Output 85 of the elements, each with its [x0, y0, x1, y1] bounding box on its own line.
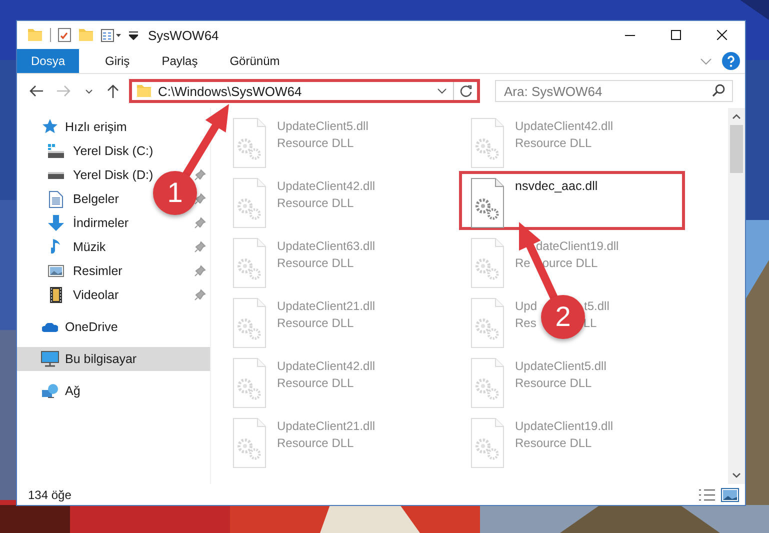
file-name: UpdateClient42.dll — [515, 119, 614, 133]
file-type: Res — [515, 316, 536, 330]
sidebar-item[interactable]: Bu bilgisayar — [41, 351, 137, 367]
ribbon-tab[interactable]: Dosya — [17, 49, 80, 73]
sidebar-item[interactable]: Yerel Disk (D:) — [47, 168, 154, 182]
sidebar-item[interactable]: Belgeler — [47, 190, 119, 208]
file-name: UpdateClient19.dll — [515, 419, 614, 433]
file-name: UpdateClient21.dll — [277, 299, 376, 313]
network-icon — [42, 384, 58, 398]
maximize-icon[interactable] — [671, 30, 681, 40]
address-bar[interactable]: C:\Windows\SysWOW64 — [129, 79, 480, 103]
file-name: t5.dll — [584, 299, 610, 313]
file-name: Upd — [515, 299, 538, 313]
ribbon-tab[interactable]: Görünüm — [214, 49, 296, 73]
file-type: ource DLL — [542, 256, 598, 270]
properties-icon[interactable] — [58, 28, 71, 42]
ribbon-tab[interactable]: Giriş — [89, 49, 146, 73]
pin-icon[interactable] — [194, 217, 206, 229]
file-name: UpdateClient63.dll — [277, 239, 376, 253]
sidebar-item[interactable]: Hızlı erişim — [41, 119, 127, 135]
pin-icon[interactable] — [194, 265, 206, 277]
document-icon — [49, 190, 63, 208]
star-icon — [41, 119, 59, 135]
customize-toolbar-icon[interactable] — [129, 30, 138, 40]
scroll-down-icon[interactable] — [732, 473, 741, 478]
pin-icon[interactable] — [194, 289, 206, 301]
computer-icon — [41, 351, 59, 367]
search-field[interactable]: Ara: SysWOW64 — [495, 80, 733, 102]
window-title: SysWOW64 — [148, 28, 220, 42]
pin-icon[interactable] — [194, 193, 206, 205]
close-icon[interactable] — [717, 30, 727, 40]
file-type: Resource DLL — [277, 376, 354, 390]
sidebar-item[interactable]: Müzik — [47, 238, 106, 256]
pin-icon[interactable] — [194, 169, 206, 181]
dropdown-caret-icon[interactable] — [437, 88, 447, 94]
help-icon[interactable] — [722, 52, 740, 70]
file-name: UpdateClient5.dll — [515, 359, 606, 373]
cloud-icon — [42, 322, 58, 332]
file-type: Resource DLL — [515, 436, 592, 450]
back-arrow-icon[interactable] — [29, 85, 43, 97]
sidebar-item[interactable]: Ağ — [41, 384, 80, 398]
download-icon — [48, 215, 64, 231]
file-type: Resource DLL — [515, 376, 592, 390]
up-arrow-icon[interactable] — [107, 84, 119, 98]
music-icon — [51, 238, 61, 256]
file-type: Re — [515, 256, 530, 270]
sidebar-item[interactable]: OneDrive — [41, 320, 118, 334]
drive-icon — [48, 172, 64, 178]
file-type: Resource DLL — [277, 436, 354, 450]
ribbon-tab[interactable]: Paylaş — [146, 49, 214, 73]
file-type: Resource DLL — [515, 136, 592, 150]
file-name: UpdateClient42.dll — [277, 179, 376, 193]
file-type: Resource DLL — [277, 316, 354, 330]
file-name: UpdateClient42.dll — [277, 359, 376, 373]
scrollbar[interactable] — [728, 108, 745, 484]
recent-locations-icon[interactable] — [85, 88, 93, 94]
minimize-icon[interactable] — [625, 34, 635, 36]
folder-icon — [136, 84, 152, 98]
file-name: UpdateClient5.dll — [277, 119, 368, 133]
sidebar-item[interactable]: İndirmeler — [47, 215, 129, 231]
sidebar-item[interactable]: Videolar — [47, 287, 119, 303]
sidebar-item[interactable]: Resimler — [47, 264, 122, 278]
address-path: C:\Windows\SysWOW64 — [158, 84, 303, 98]
pin-icon[interactable] — [194, 241, 206, 253]
view-options-icon[interactable] — [101, 28, 122, 42]
file-type: Resource DLL — [277, 256, 354, 270]
expand-ribbon-icon[interactable] — [700, 58, 712, 64]
file-name: nsvdec_aac.dll — [515, 179, 598, 193]
search-icon[interactable] — [712, 84, 725, 97]
file-item[interactable]: nsvdec_aac.dll — [459, 171, 685, 230]
refresh-icon[interactable] — [460, 85, 472, 97]
drive-icon — [48, 144, 64, 158]
file-type: LL — [583, 316, 597, 330]
large-icons-view-icon[interactable] — [721, 488, 739, 502]
item-count: 134 öğe — [28, 488, 72, 502]
file-type: Resource DLL — [277, 136, 354, 150]
scroll-up-icon[interactable] — [732, 114, 741, 119]
sidebar-item[interactable]: Yerel Disk (C:) — [47, 144, 154, 158]
file-name: dateClient19.dll — [536, 239, 619, 253]
file-name: UpdateClient21.dll — [277, 419, 376, 433]
details-view-icon[interactable] — [699, 488, 715, 500]
scrollbar-thumb[interactable] — [730, 125, 743, 173]
image-icon — [48, 265, 64, 277]
file-type: Resource DLL — [277, 196, 354, 210]
video-icon — [50, 287, 62, 303]
